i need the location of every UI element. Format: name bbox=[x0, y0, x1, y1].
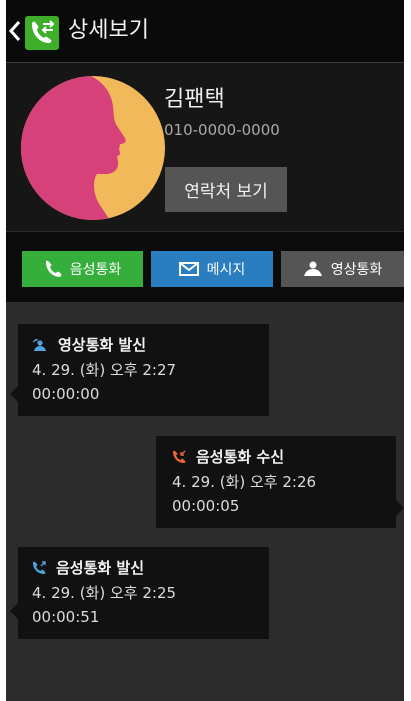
contact-phone-number: 010-0000-0000 bbox=[164, 121, 280, 139]
call-type: 영상통화 발신 bbox=[58, 336, 147, 354]
call-type: 음성통화 발신 bbox=[56, 559, 145, 577]
call-duration: 00:00:51 bbox=[32, 608, 100, 626]
call-datetime: 4. 29. (화) 오후 2:25 bbox=[32, 584, 177, 602]
call-log-list: 영상통화 발신 4. 29. (화) 오후 2:27 00:00:00 음성통화… bbox=[6, 302, 404, 701]
call-detail-screen: 상세보기 김팬택 010-0000-0000 연락처 보기 음성통화 메시지 영… bbox=[6, 0, 404, 701]
voice-call-button[interactable]: 음성통화 bbox=[22, 251, 143, 287]
video-outgoing-icon bbox=[32, 338, 46, 351]
page-title: 상세보기 bbox=[68, 18, 149, 43]
video-call-person-icon bbox=[303, 261, 322, 276]
call-datetime: 4. 29. (화) 오후 2:26 bbox=[172, 473, 317, 491]
contact-name: 김팬택 bbox=[164, 87, 225, 112]
call-datetime: 4. 29. (화) 오후 2:27 bbox=[32, 361, 177, 379]
call-duration: 00:00:05 bbox=[172, 497, 240, 515]
message-label: 메시지 bbox=[206, 262, 246, 278]
call-duration: 00:00:00 bbox=[32, 385, 100, 403]
contact-photo[interactable] bbox=[21, 76, 165, 220]
action-bar: 상세보기 bbox=[6, 0, 404, 63]
call-log-item[interactable]: 음성통화 수신 4. 29. (화) 오후 2:26 00:00:05 bbox=[156, 436, 404, 528]
view-contact-button[interactable]: 연락처 보기 bbox=[165, 167, 287, 212]
envelope-icon bbox=[178, 262, 199, 276]
voice-call-label: 음성통화 bbox=[69, 262, 122, 278]
contact-header: 김팬택 010-0000-0000 연락처 보기 bbox=[6, 63, 404, 231]
phone-app-icon[interactable] bbox=[25, 16, 59, 50]
video-call-label: 영상통화 bbox=[330, 262, 383, 278]
action-buttons-row: 음성통화 메시지 영상통화 bbox=[6, 232, 404, 302]
video-call-button[interactable]: 영상통화 bbox=[281, 251, 404, 287]
phone-icon bbox=[45, 260, 62, 277]
voice-outgoing-icon bbox=[33, 560, 46, 574]
call-type: 음성통화 수신 bbox=[196, 448, 285, 466]
call-log-item[interactable]: 영상통화 발신 4. 29. (화) 오후 2:27 00:00:00 bbox=[10, 324, 269, 416]
back-chevron-icon[interactable] bbox=[8, 19, 22, 43]
call-log-item[interactable]: 음성통화 발신 4. 29. (화) 오후 2:25 00:00:51 bbox=[10, 547, 269, 639]
voice-incoming-icon bbox=[173, 450, 186, 463]
message-button[interactable]: 메시지 bbox=[151, 251, 273, 287]
